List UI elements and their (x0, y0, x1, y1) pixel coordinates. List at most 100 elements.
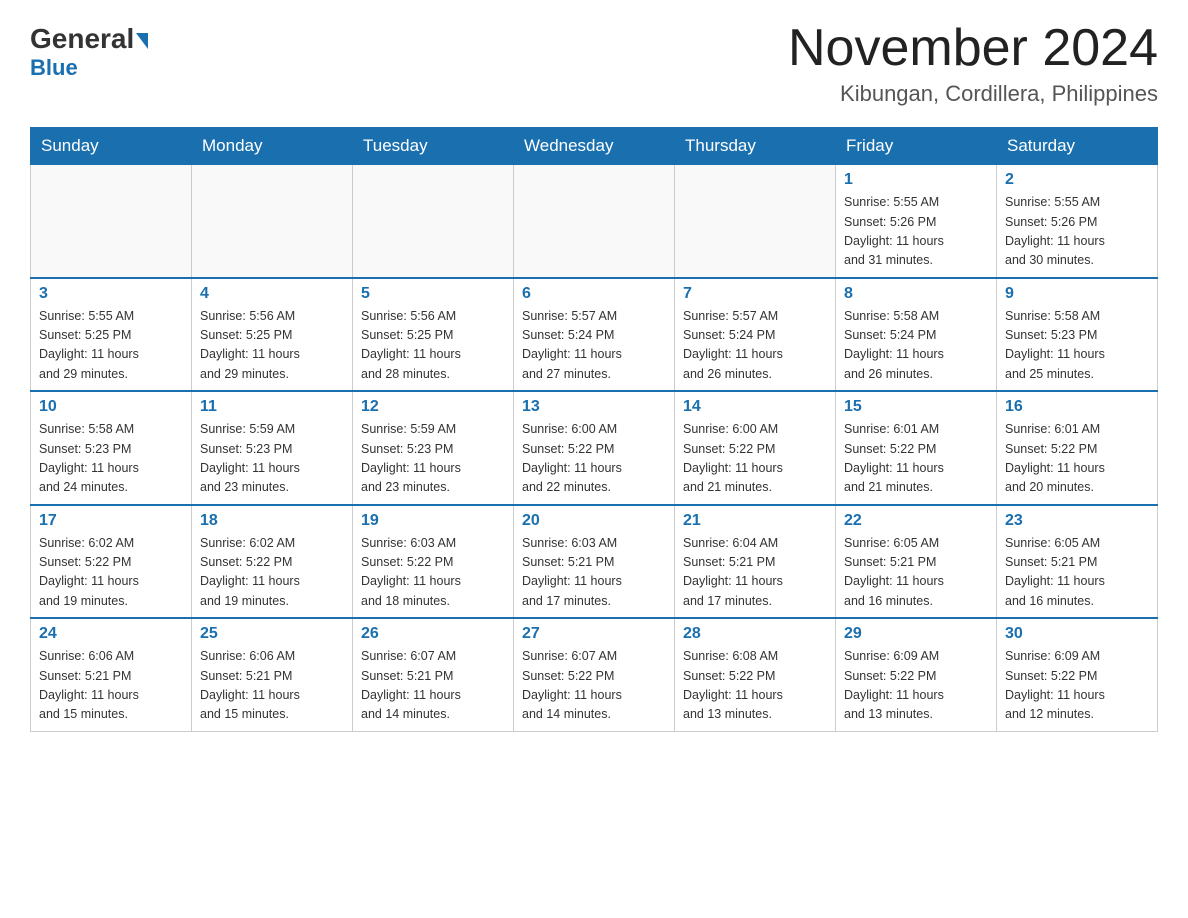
day-number: 29 (844, 625, 988, 643)
day-info: Sunrise: 6:03 AMSunset: 5:22 PMDaylight:… (361, 534, 505, 612)
day-info: Sunrise: 6:05 AMSunset: 5:21 PMDaylight:… (1005, 534, 1149, 612)
table-row: 3 Sunrise: 5:55 AMSunset: 5:25 PMDaylight… (31, 278, 192, 392)
day-number: 25 (200, 625, 344, 643)
day-number: 16 (1005, 398, 1149, 416)
day-info: Sunrise: 6:05 AMSunset: 5:21 PMDaylight:… (844, 534, 988, 612)
day-info: Sunrise: 6:09 AMSunset: 5:22 PMDaylight:… (844, 647, 988, 725)
table-row: 12Sunrise: 5:59 AMSunset: 5:23 PMDayligh… (353, 391, 514, 505)
title-block: November 2024 Kibungan, Cordillera, Phil… (788, 20, 1158, 107)
table-row: 4 Sunrise: 5:56 AMSunset: 5:25 PMDaylight… (192, 278, 353, 392)
table-row: 13Sunrise: 6:00 AMSunset: 5:22 PMDayligh… (514, 391, 675, 505)
table-row: 16 Sunrise: 6:01 AMSunset: 5:22 PMDayligh… (997, 391, 1158, 505)
logo: General Blue (30, 25, 148, 81)
table-row: 9 Sunrise: 5:58 AMSunset: 5:23 PMDaylight… (997, 278, 1158, 392)
day-number: 22 (844, 512, 988, 530)
table-row: 19 Sunrise: 6:03 AMSunset: 5:22 PMDayligh… (353, 505, 514, 619)
table-row (31, 165, 192, 278)
day-info: Sunrise: 6:01 AMSunset: 5:22 PMDaylight:… (844, 420, 988, 498)
day-info: Sunrise: 5:58 AMSunset: 5:23 PMDaylight:… (1005, 307, 1149, 385)
day-info: Sunrise: 5:56 AMSunset: 5:25 PMDaylight:… (200, 307, 344, 385)
table-row (353, 165, 514, 278)
day-info: Sunrise: 6:04 AMSunset: 5:21 PMDaylight:… (683, 534, 827, 612)
day-info: Sunrise: 6:01 AMSunset: 5:22 PMDaylight:… (1005, 420, 1149, 498)
day-info: Sunrise: 5:55 AMSunset: 5:26 PMDaylight:… (1005, 193, 1149, 271)
logo-arrow-icon (136, 33, 148, 49)
day-number: 15 (844, 398, 988, 416)
day-info: Sunrise: 5:55 AMSunset: 5:26 PMDaylight:… (844, 193, 988, 271)
day-number: 13 (522, 398, 666, 416)
header-wednesday: Wednesday (514, 128, 675, 165)
day-info: Sunrise: 6:06 AMSunset: 5:21 PMDaylight:… (39, 647, 183, 725)
day-info: Sunrise: 6:08 AMSunset: 5:22 PMDaylight:… (683, 647, 827, 725)
header-saturday: Saturday (997, 128, 1158, 165)
day-number: 6 (522, 285, 666, 303)
day-info: Sunrise: 5:59 AMSunset: 5:23 PMDaylight:… (200, 420, 344, 498)
table-row: 6Sunrise: 5:57 AMSunset: 5:24 PMDaylight… (514, 278, 675, 392)
day-info: Sunrise: 5:57 AMSunset: 5:24 PMDaylight:… (683, 307, 827, 385)
day-info: Sunrise: 5:58 AMSunset: 5:23 PMDaylight:… (39, 420, 183, 498)
day-info: Sunrise: 5:56 AMSunset: 5:25 PMDaylight:… (361, 307, 505, 385)
day-number: 4 (200, 285, 344, 303)
day-number: 10 (39, 398, 183, 416)
day-number: 3 (39, 285, 183, 303)
table-row: 28 Sunrise: 6:08 AMSunset: 5:22 PMDayligh… (675, 618, 836, 731)
calendar-week-3: 10 Sunrise: 5:58 AMSunset: 5:23 PMDayligh… (31, 391, 1158, 505)
header-monday: Monday (192, 128, 353, 165)
table-row: 20 Sunrise: 6:03 AMSunset: 5:21 PMDayligh… (514, 505, 675, 619)
header-friday: Friday (836, 128, 997, 165)
day-info: Sunrise: 6:07 AMSunset: 5:21 PMDaylight:… (361, 647, 505, 725)
table-row: 15 Sunrise: 6:01 AMSunset: 5:22 PMDayligh… (836, 391, 997, 505)
day-number: 5 (361, 285, 505, 303)
day-number: 12 (361, 398, 505, 416)
day-number: 20 (522, 512, 666, 530)
table-row (514, 165, 675, 278)
table-row (675, 165, 836, 278)
day-info: Sunrise: 6:02 AMSunset: 5:22 PMDaylight:… (39, 534, 183, 612)
day-number: 27 (522, 625, 666, 643)
day-number: 24 (39, 625, 183, 643)
day-number: 23 (1005, 512, 1149, 530)
day-info: Sunrise: 6:07 AMSunset: 5:22 PMDaylight:… (522, 647, 666, 725)
table-row (192, 165, 353, 278)
table-row: 21Sunrise: 6:04 AMSunset: 5:21 PMDayligh… (675, 505, 836, 619)
table-row: 8 Sunrise: 5:58 AMSunset: 5:24 PMDaylight… (836, 278, 997, 392)
day-number: 8 (844, 285, 988, 303)
table-row: 24 Sunrise: 6:06 AMSunset: 5:21 PMDayligh… (31, 618, 192, 731)
table-row: 11 Sunrise: 5:59 AMSunset: 5:23 PMDayligh… (192, 391, 353, 505)
day-info: Sunrise: 6:03 AMSunset: 5:21 PMDaylight:… (522, 534, 666, 612)
table-row: 18Sunrise: 6:02 AMSunset: 5:22 PMDayligh… (192, 505, 353, 619)
header-sunday: Sunday (31, 128, 192, 165)
calendar-week-4: 17 Sunrise: 6:02 AMSunset: 5:22 PMDayligh… (31, 505, 1158, 619)
table-row: 30 Sunrise: 6:09 AMSunset: 5:22 PMDayligh… (997, 618, 1158, 731)
calendar-week-2: 3 Sunrise: 5:55 AMSunset: 5:25 PMDaylight… (31, 278, 1158, 392)
table-row: 23 Sunrise: 6:05 AMSunset: 5:21 PMDayligh… (997, 505, 1158, 619)
weekday-header-row: Sunday Monday Tuesday Wednesday Thursday… (31, 128, 1158, 165)
day-number: 19 (361, 512, 505, 530)
day-number: 26 (361, 625, 505, 643)
table-row: 26 Sunrise: 6:07 AMSunset: 5:21 PMDayligh… (353, 618, 514, 731)
header-thursday: Thursday (675, 128, 836, 165)
day-number: 17 (39, 512, 183, 530)
calendar-week-5: 24 Sunrise: 6:06 AMSunset: 5:21 PMDayligh… (31, 618, 1158, 731)
table-row: 22 Sunrise: 6:05 AMSunset: 5:21 PMDayligh… (836, 505, 997, 619)
day-info: Sunrise: 5:58 AMSunset: 5:24 PMDaylight:… (844, 307, 988, 385)
header-tuesday: Tuesday (353, 128, 514, 165)
day-info: Sunrise: 5:55 AMSunset: 5:25 PMDaylight:… (39, 307, 183, 385)
logo-blue-text: Blue (30, 55, 78, 81)
calendar-table: Sunday Monday Tuesday Wednesday Thursday… (30, 127, 1158, 732)
day-info: Sunrise: 6:09 AMSunset: 5:22 PMDaylight:… (1005, 647, 1149, 725)
day-number: 30 (1005, 625, 1149, 643)
day-number: 1 (844, 171, 988, 189)
table-row: 14Sunrise: 6:00 AMSunset: 5:22 PMDayligh… (675, 391, 836, 505)
calendar-week-1: 1 Sunrise: 5:55 AMSunset: 5:26 PMDaylight… (31, 165, 1158, 278)
month-year-title: November 2024 (788, 20, 1158, 77)
day-number: 2 (1005, 171, 1149, 189)
day-info: Sunrise: 6:06 AMSunset: 5:21 PMDaylight:… (200, 647, 344, 725)
day-number: 9 (1005, 285, 1149, 303)
day-number: 28 (683, 625, 827, 643)
day-number: 11 (200, 398, 344, 416)
table-row: 27 Sunrise: 6:07 AMSunset: 5:22 PMDayligh… (514, 618, 675, 731)
table-row: 10 Sunrise: 5:58 AMSunset: 5:23 PMDayligh… (31, 391, 192, 505)
day-number: 14 (683, 398, 827, 416)
day-number: 18 (200, 512, 344, 530)
